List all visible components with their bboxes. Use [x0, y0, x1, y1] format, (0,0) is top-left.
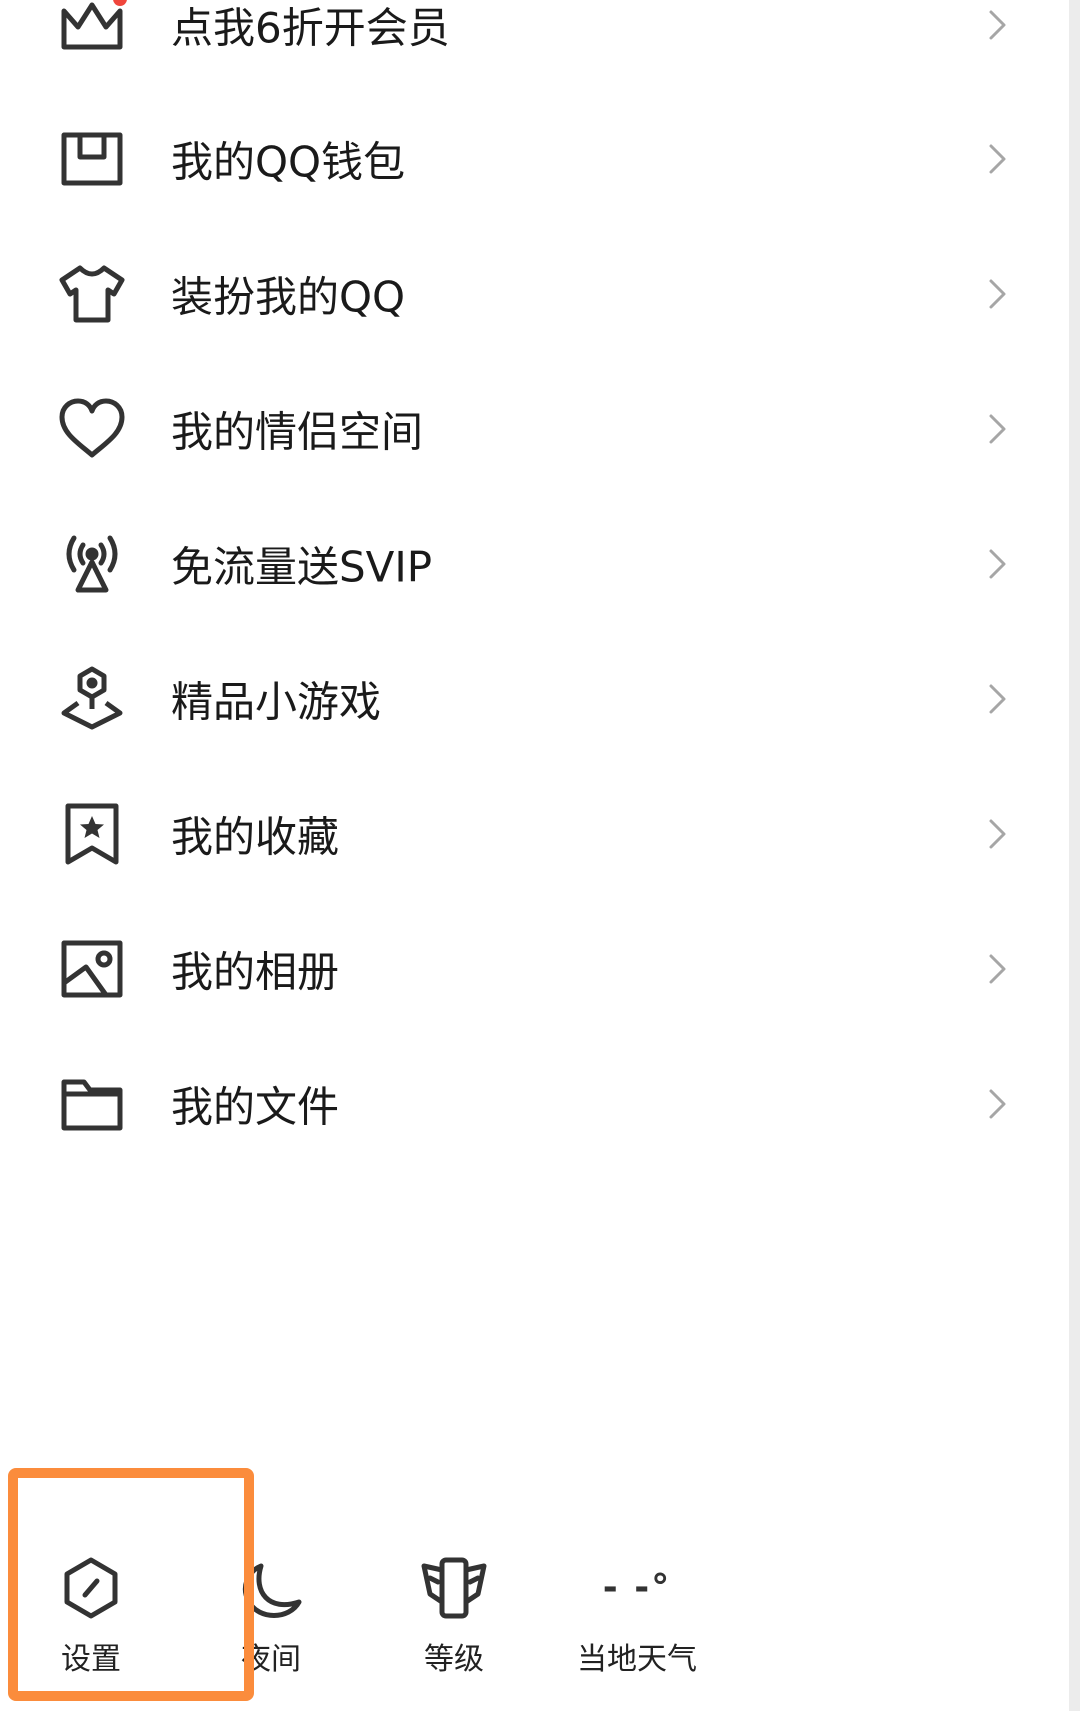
local-weather-label: 当地天气 [577, 1642, 697, 1677]
weather-temperature-icon: - -° [602, 1567, 672, 1608]
heart-icon [56, 393, 128, 465]
chevron-right-icon [986, 7, 1010, 43]
tshirt-icon [56, 258, 128, 330]
signal-tower-icon [56, 528, 128, 600]
menu-item-label: 精品小游戏 [171, 677, 382, 726]
chevron-right-icon [986, 816, 1010, 852]
settings-button[interactable]: 设置 [28, 1500, 154, 1680]
moon-icon [233, 1550, 309, 1626]
chevron-right-icon [986, 951, 1010, 987]
menu-item-free-data-svip[interactable]: 免流量送SVIP [0, 496, 1069, 631]
chevron-right-icon [986, 546, 1010, 582]
night-mode-label: 夜间 [241, 1642, 301, 1677]
menu-item-label: 我的文件 [171, 1082, 340, 1131]
wallet-icon [56, 123, 128, 195]
chevron-right-icon [986, 141, 1010, 177]
settings-label: 设置 [61, 1642, 121, 1677]
right-edge-strip [1069, 0, 1080, 1711]
menu-item-label: 我的QQ钱包 [171, 137, 406, 186]
level-badge-icon [416, 1550, 492, 1626]
menu-item-label: 装扮我的QQ [171, 272, 406, 321]
night-mode-button[interactable]: 夜间 [208, 1500, 334, 1680]
menu-item-photo-album[interactable]: 我的相册 [0, 901, 1069, 1036]
game-pin-icon [56, 663, 128, 735]
menu-item-label: 我的收藏 [171, 812, 340, 861]
menu-item-label: 我的相册 [171, 947, 340, 996]
menu-item-label: 点我6折开会员 [171, 3, 450, 52]
level-button[interactable]: 等级 [391, 1500, 517, 1680]
folder-icon [56, 1068, 128, 1140]
bottom-toolbar: 设置 夜间 等级 - -° 当地天气 [0, 1500, 1069, 1711]
photo-album-icon [56, 933, 128, 1005]
menu-item-files[interactable]: 我的文件 [0, 1036, 1069, 1171]
bookmark-star-icon [56, 798, 128, 870]
chevron-right-icon [986, 681, 1010, 717]
local-weather-button[interactable]: - -° 当地天气 [568, 1500, 706, 1680]
menu-item-label: 我的情侣空间 [171, 407, 424, 456]
menu-item-wallet[interactable]: 我的QQ钱包 [0, 91, 1069, 226]
menu-item-label: 免流量送SVIP [171, 542, 433, 591]
menu-item-favorites[interactable]: 我的收藏 [0, 766, 1069, 901]
chevron-right-icon [986, 1086, 1010, 1122]
menu-item-vip[interactable]: 点我6折开会员 [0, 0, 1069, 92]
chevron-right-icon [986, 276, 1010, 312]
settings-hexagon-icon [53, 1550, 129, 1626]
level-label: 等级 [424, 1642, 484, 1677]
menu-item-dress-up[interactable]: 装扮我的QQ [0, 226, 1069, 361]
chevron-right-icon [986, 411, 1010, 447]
menu-item-couple-space[interactable]: 我的情侣空间 [0, 361, 1069, 496]
crown-icon [56, 0, 128, 61]
menu-item-mini-games[interactable]: 精品小游戏 [0, 631, 1069, 766]
